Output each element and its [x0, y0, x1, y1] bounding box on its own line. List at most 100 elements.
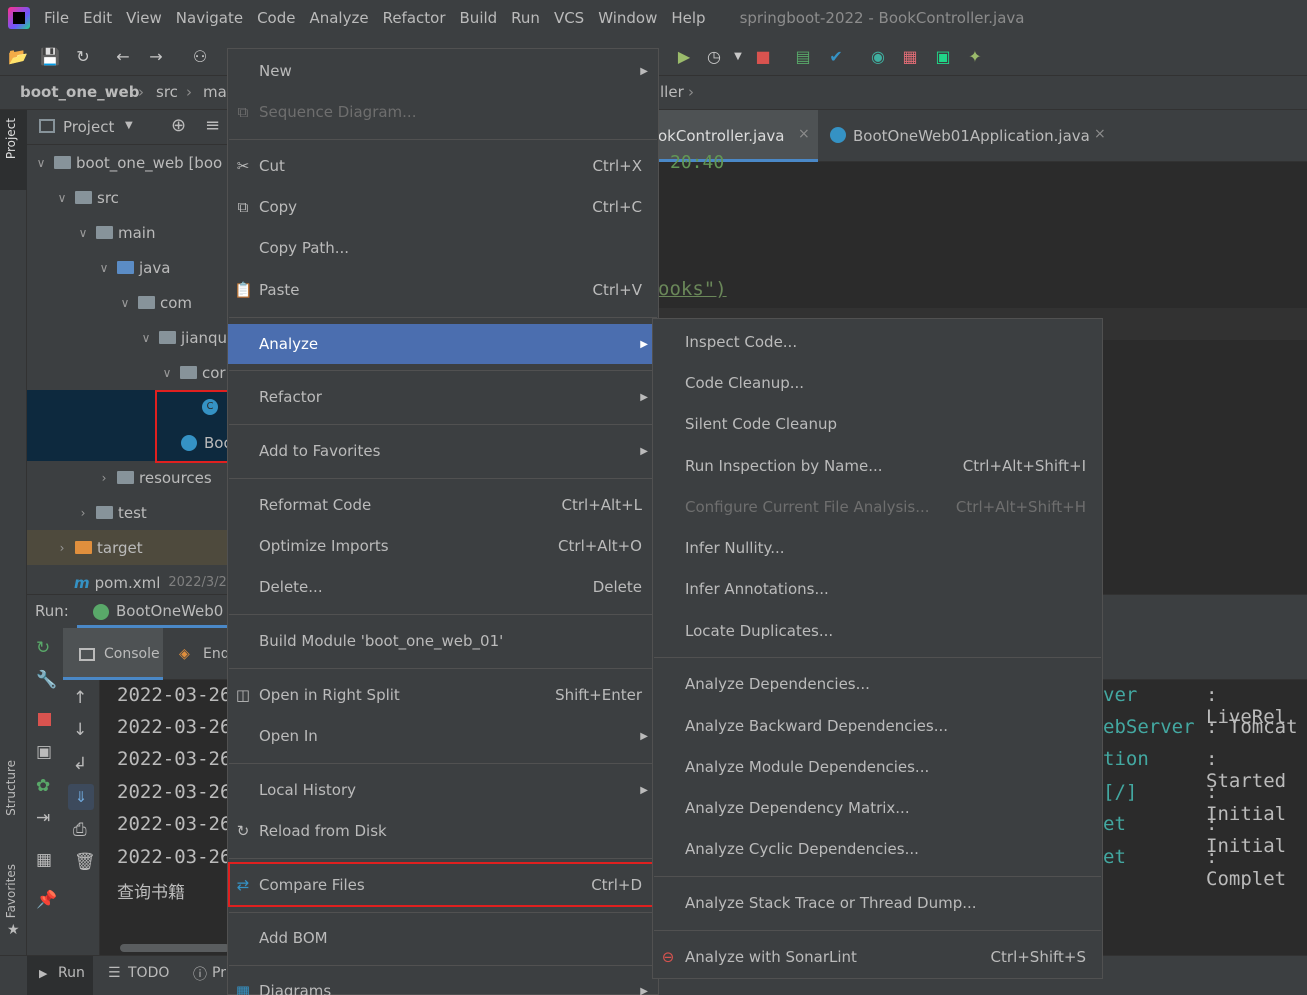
- tab-console[interactable]: Console: [63, 628, 163, 680]
- menu-item-local-history[interactable]: Local History ▶: [228, 770, 658, 810]
- pin-icon[interactable]: 📌: [36, 890, 57, 910]
- rerun-icon[interactable]: ↻: [36, 638, 50, 658]
- menu-edit[interactable]: Edit: [83, 9, 112, 27]
- back-icon[interactable]: ←: [113, 46, 133, 66]
- tree-item-resources[interactable]: › resources: [97, 460, 212, 495]
- tree-item-src[interactable]: ∨ src: [55, 180, 119, 215]
- menu-item-cut[interactable]: ✂ Cut Ctrl+X: [228, 146, 658, 186]
- menu-item-copy-path[interactable]: Copy Path...: [228, 228, 658, 268]
- menu-item-optimize-imports[interactable]: Optimize Imports Ctrl+Alt+O: [228, 526, 658, 566]
- project-side-tab[interactable]: Project: [4, 118, 18, 159]
- menu-item-copy[interactable]: ⧉ Copy Ctrl+C: [228, 187, 658, 227]
- menu-item-inspect-code[interactable]: Inspect Code...: [653, 322, 1102, 362]
- menu-item-paste[interactable]: 📋 Paste Ctrl+V: [228, 270, 658, 310]
- menu-help[interactable]: Help: [671, 9, 705, 27]
- menu-analyze[interactable]: Analyze: [309, 9, 368, 27]
- menu-view[interactable]: View: [126, 9, 162, 27]
- trash-icon[interactable]: 🗑: [74, 852, 96, 872]
- sync-icon[interactable]: ↻: [73, 46, 93, 66]
- menu-item-analyze[interactable]: Analyze ▶: [228, 324, 658, 364]
- menu-item-silent-cleanup[interactable]: Silent Code Cleanup: [653, 404, 1102, 444]
- menu-run[interactable]: Run: [511, 9, 540, 27]
- tree-item-java[interactable]: ∨ java: [97, 250, 171, 285]
- menu-item-sonarlint[interactable]: ⊖ Analyze with SonarLint Ctrl+Shift+S: [653, 937, 1102, 977]
- tab-boot-application[interactable]: BootOneWeb01Application.java ×: [822, 110, 1112, 162]
- monitor-icon[interactable]: ▤: [793, 46, 813, 66]
- menu-item-infer-nullity[interactable]: Infer Nullity...: [653, 528, 1102, 568]
- tree-item-com[interactable]: ∨ com: [118, 285, 192, 320]
- debug-icon[interactable]: ▶: [674, 46, 694, 66]
- menu-item-analyze-dependencies[interactable]: Analyze Dependencies...: [653, 664, 1102, 704]
- search-everywhere-icon[interactable]: ◉: [868, 46, 888, 66]
- breadcrumb-project[interactable]: boot_one_web: [20, 83, 139, 101]
- menu-item-module-dependencies[interactable]: Analyze Module Dependencies...: [653, 747, 1102, 787]
- stop-icon[interactable]: ■: [753, 46, 773, 66]
- structure-side-tab[interactable]: Structure: [4, 760, 18, 816]
- todo-tool-button[interactable]: TODO: [128, 965, 169, 981]
- menu-build[interactable]: Build: [460, 9, 498, 27]
- project-view-selector[interactable]: Project: [63, 118, 114, 136]
- menu-window[interactable]: Window: [598, 9, 657, 27]
- run-tool-button[interactable]: ▶ Run: [27, 956, 93, 995]
- horizontal-scrollbar[interactable]: [120, 944, 230, 952]
- chevron-down-icon[interactable]: ▼: [125, 120, 133, 131]
- tree-item-boot-one-web[interactable]: ∨ boot_one_web [boo: [34, 145, 223, 180]
- menu-item-open-right-split[interactable]: ◫ Open in Right Split Shift+Enter: [228, 675, 658, 715]
- plugin-icon[interactable]: ✦: [965, 46, 985, 66]
- debug-bug-icon[interactable]: ✿: [36, 776, 50, 796]
- tree-item-jianqu[interactable]: ∨ jianqu: [139, 320, 227, 355]
- scroll-to-end-icon[interactable]: ⇓: [68, 784, 94, 810]
- favorites-side-tab[interactable]: Favorites: [4, 864, 18, 918]
- collapse-all-icon[interactable]: ≡: [205, 115, 220, 136]
- tree-item-controller[interactable]: ∨ cor: [160, 355, 226, 390]
- menu-item-code-cleanup[interactable]: Code Cleanup...: [653, 363, 1102, 403]
- camera-icon[interactable]: ▣: [36, 742, 52, 762]
- menu-item-infer-annotations[interactable]: Infer Annotations...: [653, 569, 1102, 609]
- menu-item-backward-dependencies[interactable]: Analyze Backward Dependencies...: [653, 706, 1102, 746]
- save-icon[interactable]: 💾: [40, 46, 60, 66]
- breadcrumb-main[interactable]: ma: [203, 83, 227, 101]
- wrench-icon[interactable]: 🔧: [36, 670, 57, 690]
- tree-item-main[interactable]: ∨ main: [76, 215, 156, 250]
- menu-item-delete[interactable]: Delete... Delete: [228, 567, 658, 607]
- ai-icon[interactable]: ▣: [933, 46, 953, 66]
- tab-endpoints[interactable]: End: [203, 646, 230, 662]
- menu-item-run-inspection[interactable]: Run Inspection by Name... Ctrl+Alt+Shift+…: [653, 446, 1102, 486]
- arrow-up-icon[interactable]: ↑: [73, 688, 87, 708]
- menu-item-locate-duplicates[interactable]: Locate Duplicates...: [653, 611, 1102, 651]
- profile-icon[interactable]: ◷: [704, 46, 724, 66]
- menu-item-dependency-matrix[interactable]: Analyze Dependency Matrix...: [653, 788, 1102, 828]
- menu-item-diagrams[interactable]: ▦ Diagrams ▶: [228, 971, 658, 995]
- menu-file[interactable]: File: [44, 9, 69, 27]
- menu-vcs[interactable]: VCS: [554, 9, 584, 27]
- menu-code[interactable]: Code: [257, 9, 295, 27]
- menu-item-new[interactable]: New ▶: [228, 51, 658, 91]
- soft-wrap-icon[interactable]: ↲: [73, 754, 87, 774]
- structure-icon[interactable]: ▦: [900, 46, 920, 66]
- menu-item-reload-from-disk[interactable]: ↻ Reload from Disk: [228, 811, 658, 851]
- breadcrumb-controller[interactable]: ller: [660, 83, 684, 101]
- menu-item-reformat-code[interactable]: Reformat Code Ctrl+Alt+L: [228, 485, 658, 525]
- check-circle-icon[interactable]: ✔: [826, 46, 846, 66]
- menu-item-cyclic-dependencies[interactable]: Analyze Cyclic Dependencies...: [653, 829, 1102, 869]
- close-icon[interactable]: ×: [798, 126, 810, 142]
- close-icon[interactable]: ×: [1094, 126, 1106, 142]
- menu-item-build-module[interactable]: Build Module 'boot_one_web_01': [228, 621, 658, 661]
- breadcrumb-src[interactable]: src: [156, 83, 178, 101]
- tree-item-target[interactable]: › target: [55, 530, 143, 565]
- stop-icon[interactable]: [38, 713, 51, 726]
- chevron-down-icon[interactable]: ▼: [728, 46, 748, 66]
- problems-tool-button[interactable]: Pr: [212, 965, 226, 981]
- menu-item-open-in[interactable]: Open In ▶: [228, 716, 658, 756]
- forward-icon[interactable]: →: [146, 46, 166, 66]
- open-folder-icon[interactable]: 📂: [8, 46, 28, 66]
- menu-item-stack-trace[interactable]: Analyze Stack Trace or Thread Dump...: [653, 883, 1102, 923]
- menu-item-add-bom[interactable]: Add BOM: [228, 918, 658, 958]
- tree-item-test[interactable]: › test: [76, 495, 147, 530]
- locate-icon[interactable]: ⊕: [171, 115, 186, 136]
- run-config-tab[interactable]: BootOneWeb0: [116, 602, 223, 620]
- menu-item-add-to-favorites[interactable]: Add to Favorites ▶: [228, 431, 658, 471]
- menu-item-refactor[interactable]: Refactor ▶: [228, 377, 658, 417]
- user-icon[interactable]: ⚇: [190, 46, 210, 66]
- menu-refactor[interactable]: Refactor: [383, 9, 446, 27]
